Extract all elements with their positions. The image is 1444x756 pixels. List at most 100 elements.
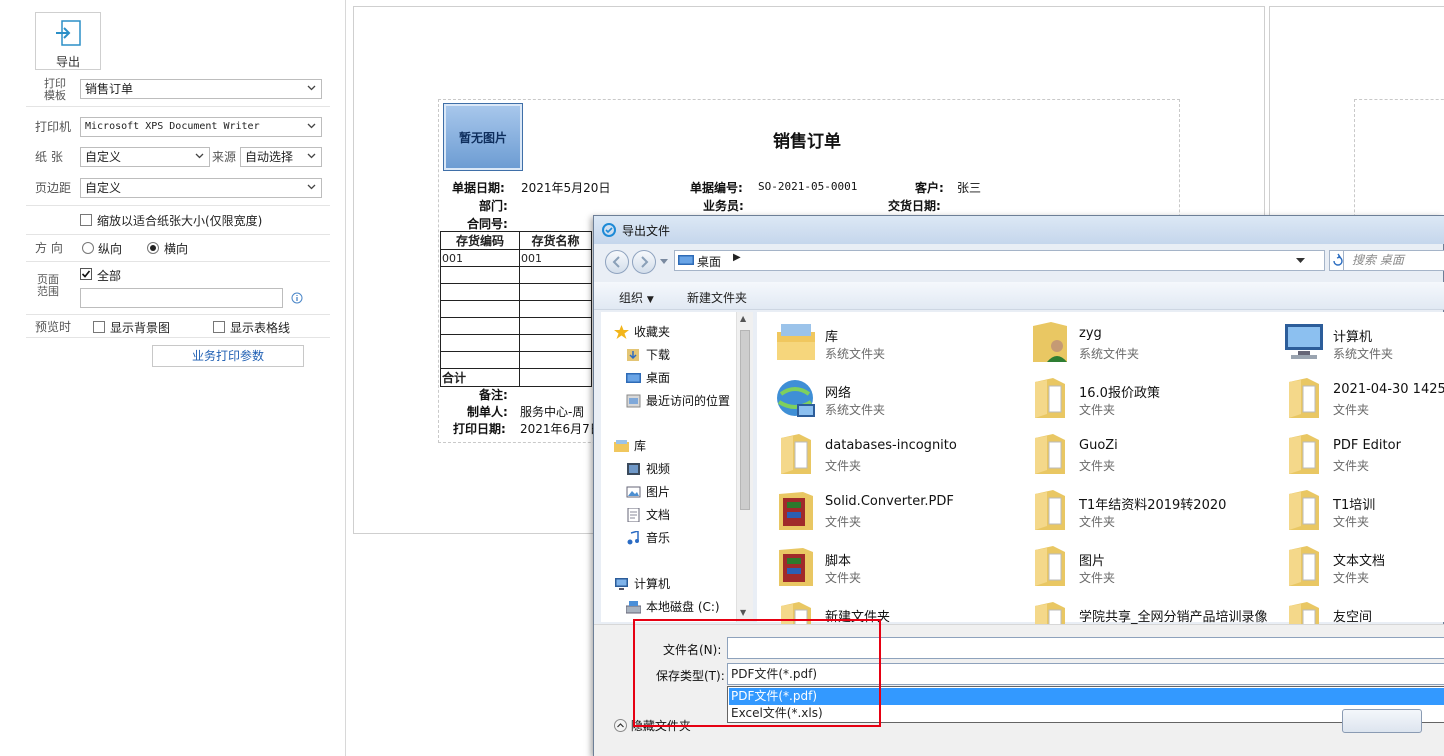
chevron-down-icon: [307, 153, 316, 159]
document-icon: [627, 508, 640, 522]
file-type: 文件夹: [1079, 459, 1116, 473]
export-icon: [56, 20, 81, 46]
file-type: 文件夹: [1333, 403, 1370, 417]
maker-label: 制单人:: [467, 405, 508, 419]
file-type: 文件夹: [1333, 515, 1370, 529]
user-folder-icon: [1033, 322, 1067, 362]
address-bar[interactable]: 桌面 ▶: [674, 250, 1325, 271]
printer-select[interactable]: Microsoft XPS Document Writer: [80, 117, 322, 137]
forward-button[interactable]: [632, 250, 656, 274]
landscape-radio[interactable]: [147, 242, 159, 254]
source-select[interactable]: 自动选择: [240, 147, 322, 167]
file-type: 文件夹: [825, 515, 862, 529]
range-label: 页面范围: [37, 273, 59, 298]
source-label: 来源: [212, 150, 237, 164]
file-item[interactable]: databases-incognito 文件夹: [773, 430, 1023, 484]
scroll-up-icon[interactable]: ▲: [740, 314, 746, 323]
file-item[interactable]: 脚本 文件夹: [773, 542, 1023, 596]
scroll-down-icon[interactable]: ▼: [740, 608, 746, 617]
contract-label: 合同号:: [467, 217, 508, 231]
template-select[interactable]: 销售订单: [80, 79, 322, 99]
organize-button[interactable]: 组织 ▼: [619, 289, 654, 306]
export-button[interactable]: 导出: [35, 12, 101, 70]
paper-select[interactable]: 自定义: [80, 147, 210, 167]
file-item[interactable]: T1年结资料2019转2020 文件夹: [1027, 486, 1277, 540]
order-no-value: SO-2021-05-0001: [758, 180, 858, 193]
search-input[interactable]: 搜索 桌面: [1343, 250, 1444, 271]
file-item[interactable]: 图片 文件夹: [1027, 542, 1277, 596]
archive-folder-icon: [779, 492, 813, 530]
margin-select[interactable]: 自定义: [80, 178, 322, 198]
file-item[interactable]: 计算机 系统文件夹: [1281, 318, 1444, 372]
scroll-thumb[interactable]: [740, 330, 750, 510]
total-row-label: 合计: [440, 368, 520, 387]
column-header-code: 存货编码: [440, 231, 520, 250]
dialog-titlebar[interactable]: 导出文件: [594, 216, 1444, 244]
back-button[interactable]: [605, 250, 629, 274]
file-name: 网络: [825, 386, 852, 401]
file-item[interactable]: Solid.Converter.PDF 文件夹: [773, 486, 1023, 540]
order-date-label: 单据日期:: [452, 181, 505, 195]
download-icon: [627, 349, 639, 361]
file-item[interactable]: zyg 系统文件夹: [1027, 318, 1277, 372]
file-name: GuoZi: [1079, 438, 1118, 453]
show-grid-label: 显示表格线: [230, 321, 291, 335]
library-icon: [614, 440, 629, 452]
all-pages-label: 全部: [97, 269, 122, 283]
export-label: 导出: [55, 55, 80, 69]
music-icon: [627, 531, 639, 545]
portrait-label: 纵向: [98, 242, 123, 256]
file-name: 图片: [1079, 554, 1106, 569]
folder-icon: [1289, 490, 1319, 530]
biz-print-params-button[interactable]: 业务打印参数: [152, 345, 304, 367]
order-no-label: 单据编号:: [690, 181, 743, 195]
file-item[interactable]: 网络 系统文件夹: [773, 374, 1023, 428]
file-item[interactable]: 库系统文件夹: [773, 318, 1023, 372]
chevron-down-icon: [307, 123, 316, 129]
fit-width-checkbox[interactable]: [80, 214, 92, 226]
file-name: 脚本: [825, 554, 852, 569]
portrait-radio[interactable]: [82, 242, 94, 254]
customer-value: 张三: [957, 181, 982, 195]
chevron-down-icon[interactable]: [1296, 258, 1305, 264]
file-item[interactable]: 16.0报价政策 文件夹: [1027, 374, 1277, 428]
file-type: 系统文件夹: [825, 347, 886, 361]
file-item[interactable]: 文本文档 文件夹: [1281, 542, 1444, 596]
file-item[interactable]: PDF Editor 文件夹: [1281, 430, 1444, 484]
file-name: T1培训: [1333, 498, 1376, 513]
file-type: 文件夹: [1079, 403, 1116, 417]
document-title: 销售订单: [773, 132, 841, 152]
chevron-up-icon: [614, 719, 627, 732]
file-name: databases-incognito: [825, 438, 957, 453]
new-folder-button[interactable]: 新建文件夹: [687, 289, 747, 306]
no-image-placeholder: 暂无图片: [443, 103, 523, 171]
all-pages-checkbox[interactable]: [80, 268, 92, 280]
page-range-input[interactable]: [80, 288, 283, 308]
dialog-title: 导出文件: [622, 224, 671, 238]
save-button[interactable]: [1342, 709, 1422, 733]
address-text: 桌面: [697, 255, 722, 269]
file-item[interactable]: T1培训文件夹: [1281, 486, 1444, 540]
desktop-icon: [678, 255, 694, 265]
file-name: T1年结资料2019转2020: [1079, 498, 1227, 513]
navigation-pane: 收藏夹 下载 桌面 最近访问的位置 库 视频 图片 文档 音乐 计算机 本地磁盘…: [601, 312, 753, 622]
show-bg-checkbox[interactable]: [93, 321, 105, 333]
file-type: 文件夹: [1333, 571, 1370, 585]
file-item[interactable]: 2021-04-30 142549 文件夹: [1281, 374, 1444, 428]
file-item[interactable]: GuoZi 文件夹: [1027, 430, 1277, 484]
history-dropdown-icon[interactable]: [660, 259, 668, 265]
file-name: 计算机: [1333, 330, 1373, 345]
margin-label: 页边距: [35, 181, 72, 195]
network-icon: [777, 380, 815, 417]
folder-icon: [1289, 434, 1319, 474]
folder-icon: [781, 434, 811, 474]
folder-icon: [1035, 546, 1065, 586]
show-grid-checkbox[interactable]: [213, 321, 225, 333]
nav-scrollbar[interactable]: ▲ ▼: [736, 312, 753, 622]
check-icon: [81, 270, 91, 278]
file-type: 文件夹: [1333, 459, 1370, 473]
remark-label: 备注:: [479, 388, 508, 402]
print-date-label: 打印日期:: [453, 422, 506, 436]
delivery-date-label: 交货日期:: [888, 199, 941, 213]
info-icon[interactable]: [291, 292, 303, 304]
